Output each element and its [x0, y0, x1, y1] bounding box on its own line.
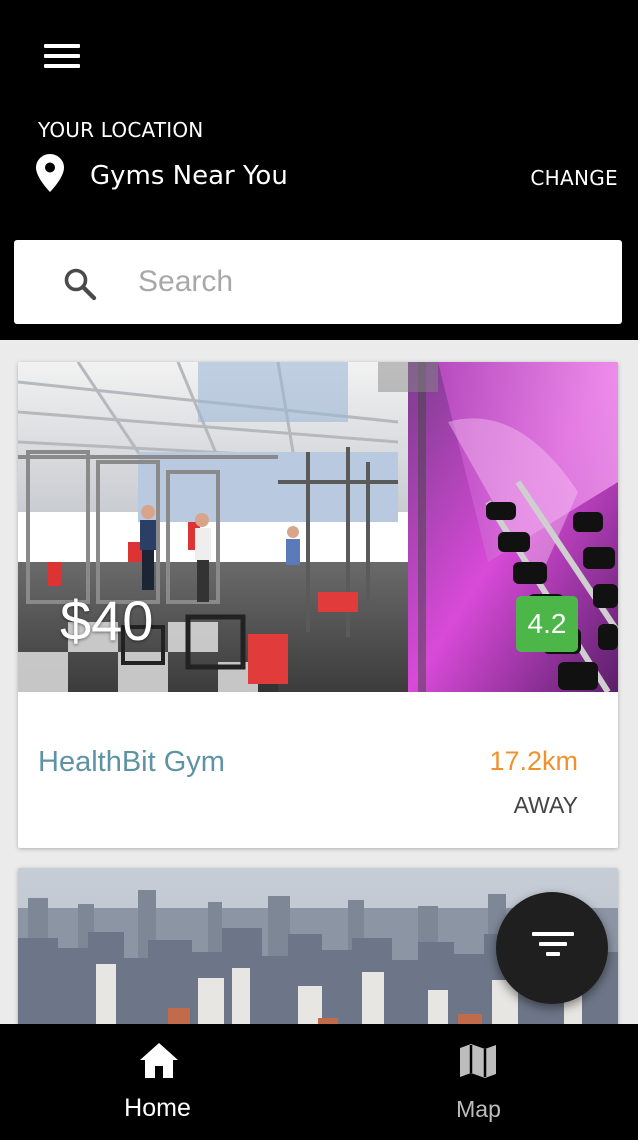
search-bar[interactable] [14, 240, 622, 324]
nav-home-label: Home [124, 1094, 191, 1122]
filter-button[interactable] [496, 892, 608, 1004]
gym-distance: 17.2km [489, 746, 578, 776]
home-icon [140, 1043, 178, 1078]
nav-home[interactable]: Home [0, 1024, 319, 1140]
location-pin-icon [36, 154, 64, 192]
bottom-navigation: Home Map [0, 1024, 638, 1140]
nav-map-label: Map [456, 1096, 501, 1122]
header: YOUR LOCATION Gyms Near You CHANGE [0, 0, 638, 340]
gym-photo: $40 4.2 [18, 362, 618, 692]
search-input[interactable] [124, 258, 618, 306]
location-name[interactable]: Gyms Near You [90, 161, 288, 191]
rating-badge: 4.2 [516, 596, 578, 652]
search-icon [64, 268, 97, 301]
gym-name: HealthBit Gym [38, 746, 225, 778]
distance-suffix: AWAY [513, 792, 578, 818]
location-label: YOUR LOCATION [38, 118, 204, 142]
price-label: $40 [60, 589, 154, 652]
right-edge [638, 0, 644, 1140]
gym-card[interactable]: $40 4.2 HealthBit Gym 17.2km AWAY [18, 362, 618, 848]
hamburger-menu-icon[interactable] [44, 44, 80, 68]
nav-map[interactable]: Map [319, 1024, 638, 1140]
app-screen: YOUR LOCATION Gyms Near You CHANGE Searc… [0, 0, 644, 1140]
map-icon [460, 1044, 496, 1078]
gym-info: HealthBit Gym 17.2km AWAY [18, 692, 618, 848]
change-location-button[interactable]: CHANGE [530, 166, 618, 190]
